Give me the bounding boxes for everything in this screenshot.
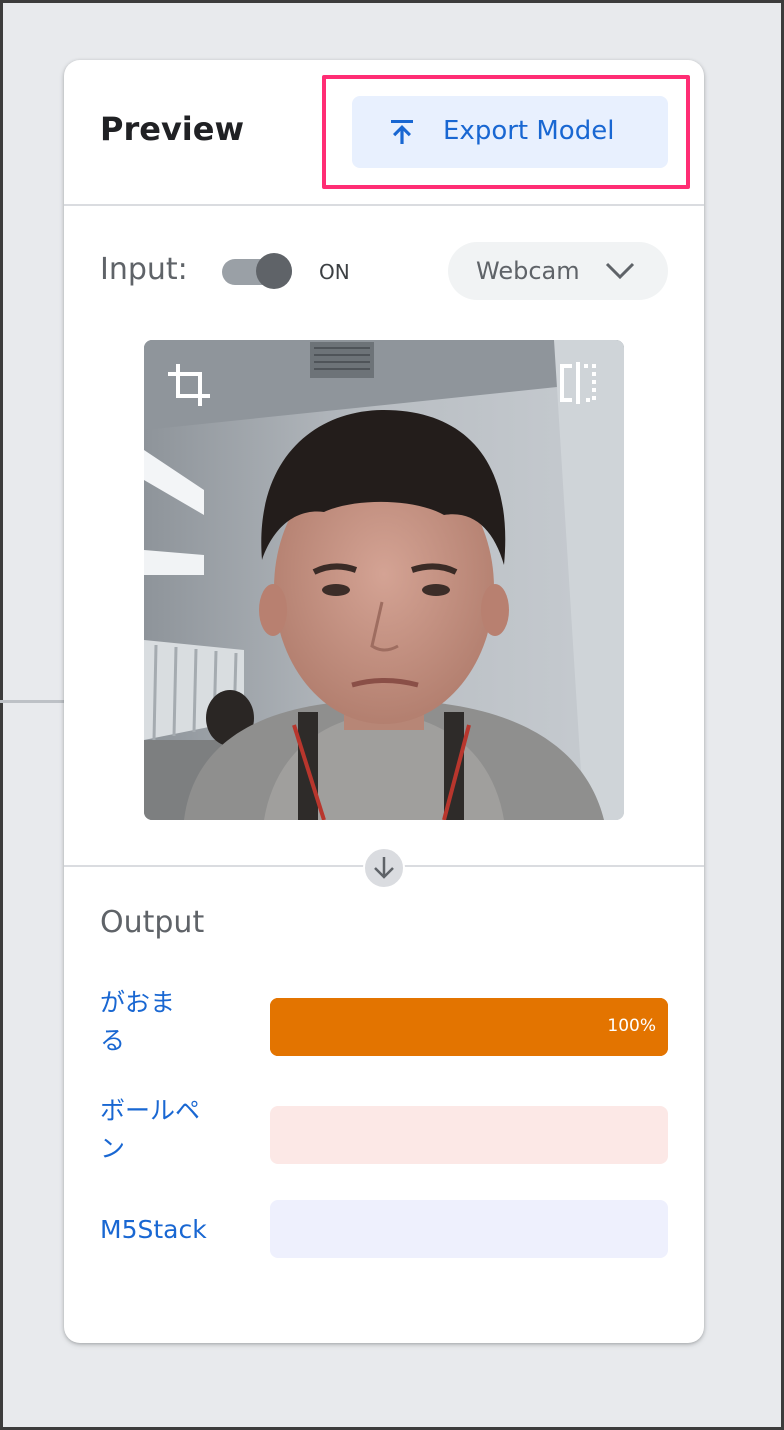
toggle-state-label: ON bbox=[319, 260, 350, 284]
confidence-bar-1: 100% bbox=[270, 998, 668, 1056]
export-model-label: Export Model bbox=[443, 116, 615, 146]
input-source-dropdown[interactable]: Webcam bbox=[448, 242, 668, 300]
toggle-knob bbox=[256, 253, 292, 289]
input-toggle[interactable] bbox=[222, 253, 294, 289]
class-label-1: がおま る bbox=[100, 988, 176, 1055]
output-label: Output bbox=[100, 905, 205, 940]
window-edge-left bbox=[0, 0, 3, 1430]
confidence-percent-1: 100% bbox=[607, 1016, 656, 1036]
input-source-value: Webcam bbox=[476, 257, 580, 285]
preview-panel: Preview Export Model Input: ON Webcam Ou… bbox=[64, 60, 704, 1343]
upload-arrow-icon bbox=[391, 120, 413, 144]
input-label: Input: bbox=[100, 252, 188, 287]
header-divider bbox=[64, 204, 704, 206]
webcam-image bbox=[144, 340, 624, 820]
panel-title: Preview bbox=[100, 110, 245, 148]
confidence-bar-2 bbox=[270, 1106, 668, 1164]
window-edge-top bbox=[0, 0, 784, 3]
arrow-down-icon bbox=[363, 847, 405, 889]
chevron-down-icon bbox=[605, 262, 635, 280]
flip-icon[interactable] bbox=[558, 362, 598, 404]
crop-icon[interactable] bbox=[166, 362, 212, 408]
webcam-preview bbox=[144, 340, 624, 820]
class-label-2: ボールペ ン bbox=[100, 1096, 201, 1163]
export-model-button[interactable]: Export Model bbox=[352, 96, 668, 168]
class-label-3: M5Stack bbox=[100, 1215, 207, 1244]
background-connector-line bbox=[0, 700, 64, 703]
confidence-bar-3 bbox=[270, 1200, 668, 1258]
